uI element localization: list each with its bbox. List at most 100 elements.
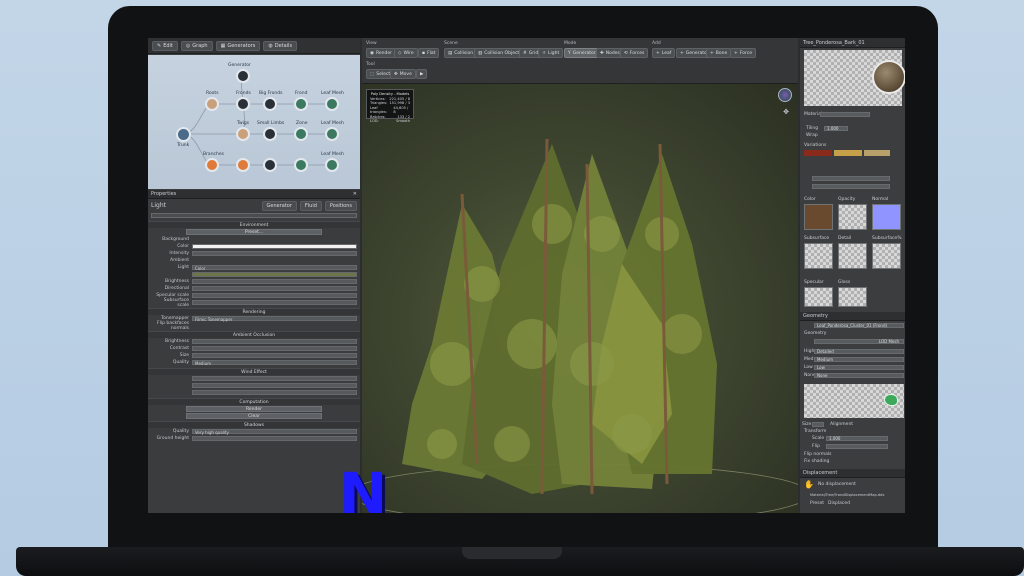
subsurface-pct-map-thumb[interactable] [872,243,901,269]
stats-key: LOD: [370,119,379,123]
variation-red-swatch[interactable] [804,150,832,156]
ao-brightness-field[interactable] [192,339,357,344]
variation-select-2[interactable] [812,184,890,189]
edit-button[interactable]: ✎ Edit [152,40,178,51]
orientation-gizmo-icon[interactable] [778,88,792,102]
brightness-field[interactable] [192,279,357,284]
graph-node-big-fronds[interactable] [263,97,277,111]
graph-node-big-fronds-2[interactable] [263,158,277,172]
scale-field[interactable]: 1.000 [826,436,888,441]
lod-low-field[interactable]: Low [814,365,904,370]
close-icon[interactable]: ✕ [353,191,357,197]
detail-map-thumb[interactable] [838,243,867,269]
variation-select-1[interactable] [812,176,890,181]
graph-button[interactable]: ◎ Graph [180,40,213,51]
section-shadows[interactable]: Shadows [148,421,360,428]
ao-quality-select[interactable]: Medium [192,360,357,366]
wind-field-2[interactable] [192,383,357,388]
graph-node-leaf-mesh[interactable] [325,158,339,172]
section-rendering[interactable]: Rendering [148,308,360,315]
section-wind[interactable]: Wind Effect [148,368,360,375]
graph-node-twigs[interactable] [236,127,250,141]
tiling-field[interactable]: 1.000 [824,126,848,131]
mesh-select[interactable]: Leaf_Ponderosa_Cluster_01 (Frond) [814,323,904,328]
grid-icon: # [523,50,527,56]
ground-height-field[interactable] [192,436,357,441]
collision-objects-button[interactable]: ▥ Collision Objects [474,48,526,58]
graph-node-label: Branches [203,152,224,157]
intensity-field[interactable] [192,251,357,256]
graph-node-zone[interactable] [294,127,308,141]
graph-node-label: Leaf Mesh [321,91,344,96]
details-button[interactable]: ◍ Details [263,40,298,51]
color-field[interactable] [192,244,357,249]
section-ambient-occlusion[interactable]: Ambient Occlusion [148,331,360,338]
specular-field[interactable] [192,293,357,298]
section-computation[interactable]: Computation [148,398,360,405]
forces-mode-button[interactable]: ⟲ Forces [620,48,649,58]
clear-button[interactable]: Clear [186,413,322,419]
properties-search-field[interactable] [151,213,357,218]
move-tool-button[interactable]: ✥ Move [390,69,416,79]
size-label: Size [802,422,812,427]
generators-button[interactable]: ▦ Generators [215,40,261,51]
light-field[interactable]: Color [192,265,357,271]
gloss-map-thumb[interactable] [838,287,867,307]
add-bone-button[interactable]: + Bone [706,48,732,58]
graph-node-leaf-mesh[interactable] [325,97,339,111]
specular-map-thumb[interactable] [804,287,833,307]
variation-tan-swatch[interactable] [834,150,862,156]
render-button[interactable]: Render [186,406,322,412]
subsurface-map-thumb[interactable] [804,243,833,269]
lod-mesh-button[interactable]: LOD Mesh [814,339,904,344]
graph-node-branch-2[interactable] [236,158,250,172]
graph-node-leaf-mesh[interactable] [325,127,339,141]
lod-high-field[interactable]: Detailed [814,349,904,354]
graph-node-trunk[interactable] [176,127,191,142]
directional-field[interactable] [192,286,357,291]
tree-scene[interactable]: Poly Density - Models Vertices: 221,405 /… [362,84,798,513]
tab-positions[interactable]: Positions [324,200,357,211]
render-mode-label: Render [375,50,392,56]
ao-size-field[interactable] [192,353,357,358]
opacity-map-thumb[interactable] [838,204,867,230]
graph-node-small-limbs[interactable] [263,127,277,141]
tab-generator[interactable]: Generator [261,200,297,211]
flat-mode-button[interactable]: ▪ Flat [418,48,440,58]
generator-graph[interactable]: Generator Trunk Roots Fronds Big Fronds … [148,55,360,189]
add-force-button[interactable]: + Force [730,48,756,58]
stats-row: LOD: Smooth [370,119,410,124]
light-button[interactable]: ☼ Light [538,48,564,58]
wire-mode-button[interactable]: ◇ Wire [394,48,418,58]
lod-med-field[interactable]: Medium [814,357,904,362]
graph-node-fronds[interactable] [236,97,250,111]
render-mode-button[interactable]: ◉ Render [366,48,396,58]
tab-fluid[interactable]: Fluid [299,200,322,211]
env-preset-button[interactable]: Preset... [186,229,322,235]
material-select[interactable] [820,112,870,117]
variation-light-swatch[interactable] [864,150,890,156]
color-map-thumb[interactable] [804,204,833,230]
graph-node-branches[interactable] [205,158,219,172]
subsurface-field[interactable] [192,300,357,305]
graph-node-frond-2[interactable] [294,158,308,172]
graph-node-generator[interactable] [236,69,250,83]
section-environment[interactable]: Environment [148,221,360,228]
graph-node-frond[interactable] [294,97,308,111]
normal-map-thumb[interactable] [872,204,901,230]
size-field[interactable] [812,422,824,427]
tonemapper-select[interactable]: Filmic Tonemapper [192,316,357,322]
ao-contrast-field[interactable] [192,346,357,351]
add-leaf-button[interactable]: + Leaf [652,48,676,58]
wind-field-1[interactable] [192,376,357,381]
select-tool-label: Select [376,71,391,77]
shadow-quality-select[interactable]: Very high quality [192,429,357,435]
ambient-color-field[interactable] [192,272,357,277]
collision-button[interactable]: ▤ Collision [444,48,478,58]
camera-pan-icon[interactable]: ✥ [783,108,789,116]
graph-node-roots[interactable] [205,97,219,111]
wind-field-3[interactable] [192,390,357,395]
play-button[interactable]: ▶ [416,69,428,79]
flip-field[interactable] [826,444,888,449]
lod-none-field[interactable]: None [814,373,904,378]
